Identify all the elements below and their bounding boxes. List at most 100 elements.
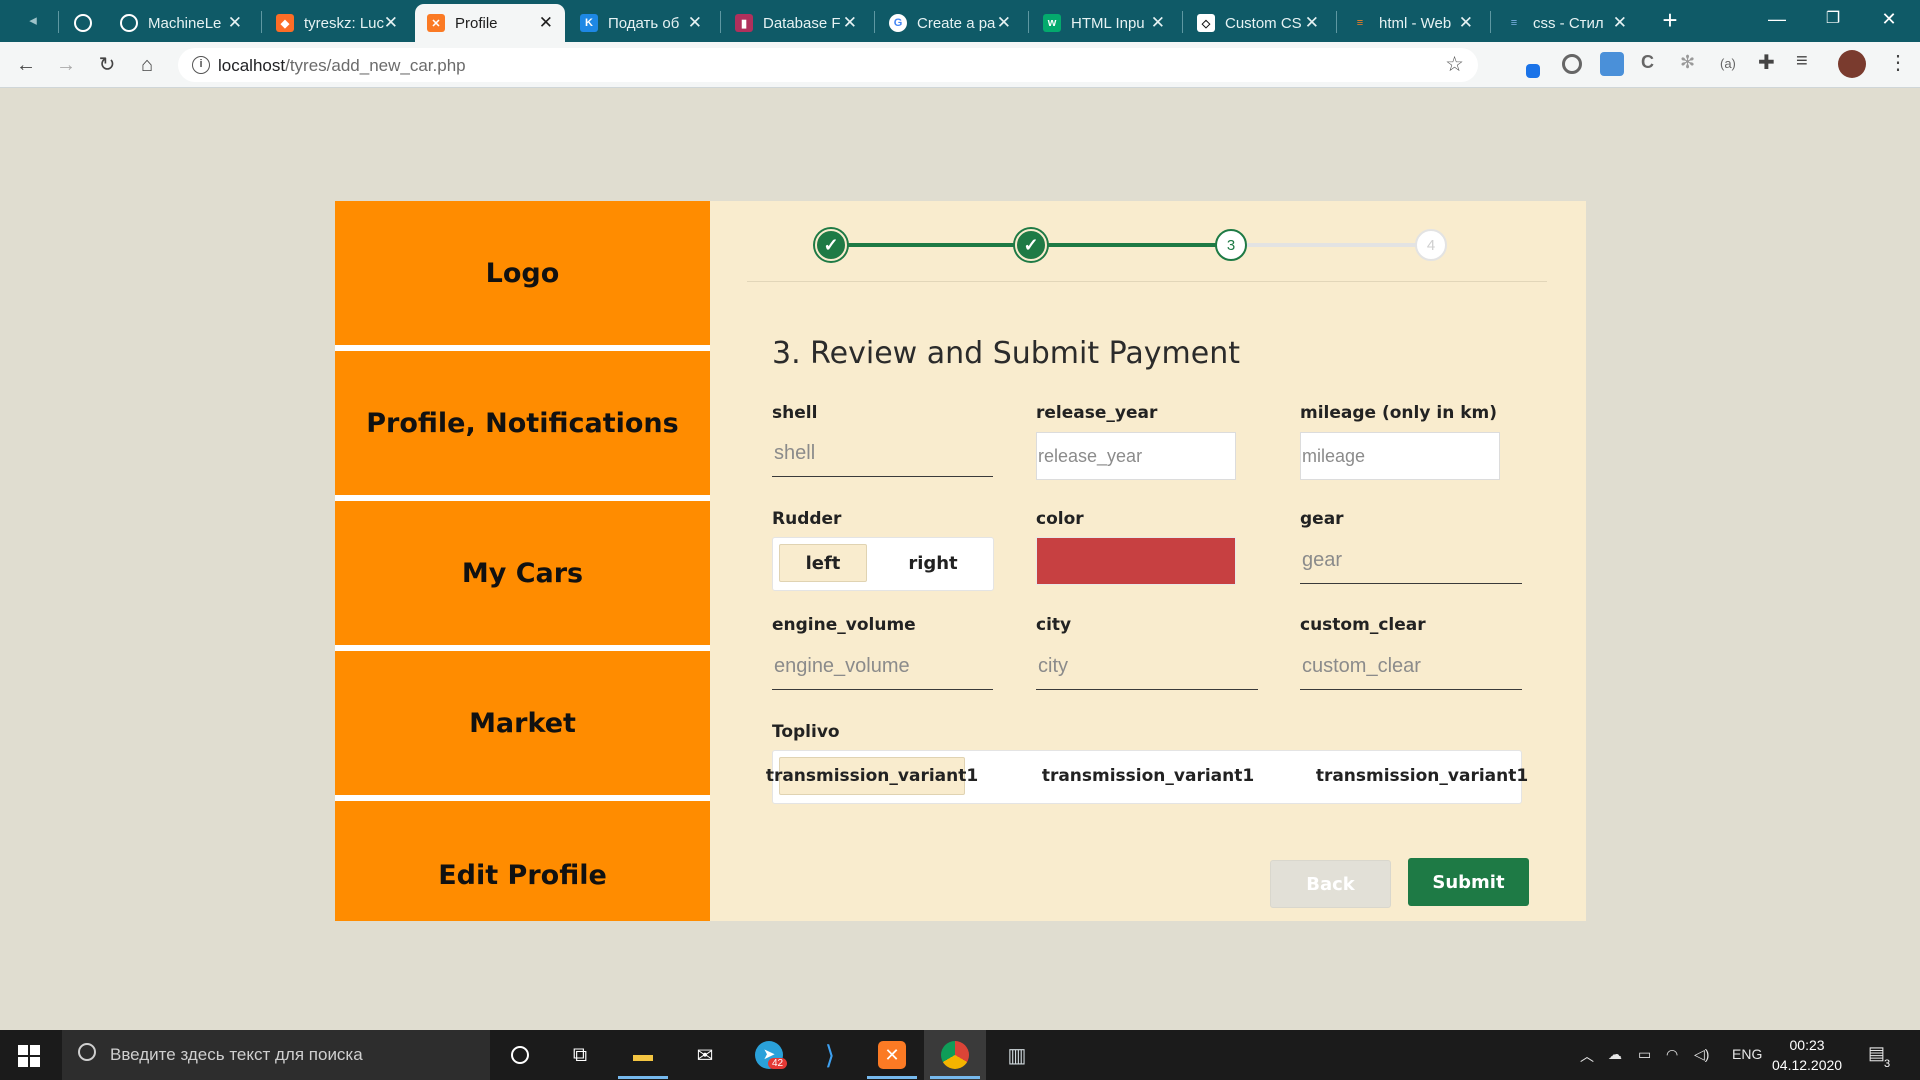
- onedrive-icon[interactable]: ☁: [1608, 1046, 1622, 1063]
- tab-2[interactable]: ◆ tyreskz: Luc ✕: [264, 4, 410, 42]
- extension-bug-icon[interactable]: ✻: [1680, 52, 1704, 76]
- address-bar[interactable]: i localhost/tyres/add_new_car.php ☆: [178, 48, 1478, 82]
- tab-9[interactable]: ≡ html - Web ✕: [1339, 4, 1485, 42]
- show-hidden-icons-icon[interactable]: ︿: [1580, 1046, 1594, 1066]
- close-icon[interactable]: ✕: [539, 13, 553, 33]
- close-icon[interactable]: ✕: [688, 13, 702, 33]
- section-divider: [747, 281, 1547, 282]
- forward-arrow-icon[interactable]: →: [52, 51, 80, 79]
- minimize-window-button[interactable]: —: [1752, 4, 1802, 34]
- tab-6[interactable]: G Create a pa ✕: [877, 4, 1023, 42]
- sidebar-item-logo[interactable]: Logo: [335, 201, 710, 345]
- shell-input[interactable]: [772, 431, 993, 477]
- close-icon[interactable]: ✕: [1151, 13, 1165, 33]
- engine-volume-input[interactable]: [772, 644, 993, 690]
- google-icon: G: [889, 14, 907, 32]
- extensions-puzzle-icon[interactable]: ✚: [1758, 50, 1782, 74]
- file-explorer-icon[interactable]: ▬: [626, 1038, 660, 1072]
- avatar[interactable]: [1838, 50, 1866, 78]
- cortana-icon[interactable]: [503, 1038, 537, 1072]
- battery-icon[interactable]: ▭: [1638, 1046, 1651, 1063]
- sidebar-item-my-cars[interactable]: My Cars: [335, 501, 710, 645]
- back-button[interactable]: Back: [1270, 860, 1391, 908]
- running-indicator: [867, 1076, 917, 1079]
- step-2-check-icon: ✓: [1015, 229, 1047, 261]
- home-icon[interactable]: ⌂: [133, 51, 161, 79]
- database-tool-icon[interactable]: ▥: [1000, 1038, 1034, 1072]
- mileage-input[interactable]: [1300, 432, 1500, 480]
- sidebar-item-label: Logo: [485, 257, 560, 289]
- stepper-line-pending: [1233, 243, 1433, 247]
- xampp-taskbar-icon[interactable]: ✕: [875, 1038, 909, 1072]
- close-icon[interactable]: ✕: [1305, 13, 1319, 33]
- back-arrow-icon[interactable]: ←: [12, 51, 40, 79]
- gear-label: gear: [1300, 509, 1344, 529]
- tab-10[interactable]: ≡ css - Стил ✕: [1493, 4, 1639, 42]
- reload-icon[interactable]: ↻: [93, 51, 121, 79]
- mail-icon[interactable]: ✉: [688, 1038, 722, 1072]
- rudder-option-left[interactable]: left: [779, 544, 867, 582]
- extension-record-icon[interactable]: [1562, 54, 1582, 74]
- language-indicator[interactable]: ENG: [1732, 1046, 1762, 1062]
- taskbar-search-box[interactable]: Введите здесь текст для поиска: [62, 1030, 490, 1080]
- task-view-icon[interactable]: ⧉: [563, 1038, 597, 1072]
- windows-start-icon[interactable]: [18, 1045, 40, 1067]
- extension-calendar-icon[interactable]: [1600, 52, 1624, 76]
- tab-3-active[interactable]: ✕ Profile ✕: [415, 4, 565, 42]
- custom-clear-input[interactable]: [1300, 644, 1522, 690]
- color-picker[interactable]: [1036, 537, 1236, 585]
- vscode-icon[interactable]: ⟩: [813, 1038, 847, 1072]
- chrome-icon[interactable]: [938, 1038, 972, 1072]
- taskbar-clock[interactable]: 00:23 04.12.2020: [1772, 1035, 1842, 1075]
- menu-kebab-icon[interactable]: ⋮: [1888, 50, 1912, 74]
- codepen-icon: ◇: [1197, 14, 1215, 32]
- volume-icon[interactable]: ◁): [1694, 1046, 1709, 1063]
- toplivo-option-1[interactable]: transmission_variant1: [766, 757, 978, 795]
- submit-button[interactable]: Submit: [1408, 858, 1529, 906]
- tab-8[interactable]: ◇ Custom CS ✕: [1185, 4, 1331, 42]
- restore-window-button[interactable]: ❐: [1808, 4, 1858, 34]
- rudder-option-right[interactable]: right: [883, 544, 983, 582]
- extension-brackets-icon[interactable]: (a): [1720, 56, 1744, 80]
- bookmark-star-icon[interactable]: ☆: [1445, 52, 1464, 77]
- city-input[interactable]: [1036, 644, 1258, 690]
- tab-scroll-left-icon[interactable]: ◂: [22, 10, 44, 32]
- new-tab-button[interactable]: +: [1656, 7, 1684, 35]
- close-window-button[interactable]: ✕: [1864, 4, 1914, 34]
- tab-separator: [261, 11, 262, 33]
- close-icon[interactable]: ✕: [1613, 13, 1627, 33]
- close-icon[interactable]: ✕: [384, 13, 398, 33]
- telegram-badge: 42: [768, 1058, 788, 1069]
- extension-css-icon[interactable]: C: [1641, 52, 1665, 76]
- reading-list-icon[interactable]: ≡: [1796, 50, 1820, 74]
- toplivo-option-3[interactable]: transmission_variant1: [1316, 757, 1528, 795]
- tab-separator: [1336, 11, 1337, 33]
- rudder-label: Rudder: [772, 509, 842, 529]
- action-center-icon[interactable]: ▤: [1868, 1043, 1885, 1064]
- wifi-icon[interactable]: ◠: [1666, 1046, 1678, 1063]
- extension-pen-icon[interactable]: [1526, 64, 1540, 78]
- tab-7[interactable]: w HTML Inpu ✕: [1031, 4, 1177, 42]
- release-year-input[interactable]: [1036, 432, 1236, 480]
- close-icon[interactable]: ✕: [843, 13, 857, 33]
- tab-5[interactable]: ▮ Database F ✕: [723, 4, 869, 42]
- sidebar-item-label: Market: [469, 707, 576, 739]
- stackoverflow-ru-icon: ≡: [1510, 17, 1518, 29]
- tab-separator: [1028, 11, 1029, 33]
- sidebar-item-profile-notifications[interactable]: Profile, Notifications: [335, 351, 710, 495]
- close-icon[interactable]: ✕: [997, 13, 1011, 33]
- site-info-icon[interactable]: i: [192, 56, 210, 74]
- tab-1[interactable]: MachineLe ✕: [108, 4, 254, 42]
- url-text[interactable]: localhost/tyres/add_new_car.php: [218, 56, 466, 76]
- sidebar-item-edit-profile[interactable]: Edit Profile: [335, 801, 710, 921]
- close-icon[interactable]: ✕: [1459, 13, 1473, 33]
- city-label: city: [1036, 615, 1072, 635]
- sidebar-item-market[interactable]: Market: [335, 651, 710, 795]
- toplivo-option-2[interactable]: transmission_variant1: [1042, 757, 1254, 795]
- close-icon[interactable]: ✕: [228, 13, 242, 33]
- gear-input[interactable]: [1300, 538, 1522, 584]
- browser-toolbar: ← → ↻ ⌂ i localhost/tyres/add_new_car.ph…: [0, 42, 1920, 88]
- section-title: 3. Review and Submit Payment: [772, 336, 1241, 371]
- app-card: Logo Profile, Notifications My Cars Mark…: [335, 201, 1586, 921]
- tab-4[interactable]: K Подать об ✕: [568, 4, 714, 42]
